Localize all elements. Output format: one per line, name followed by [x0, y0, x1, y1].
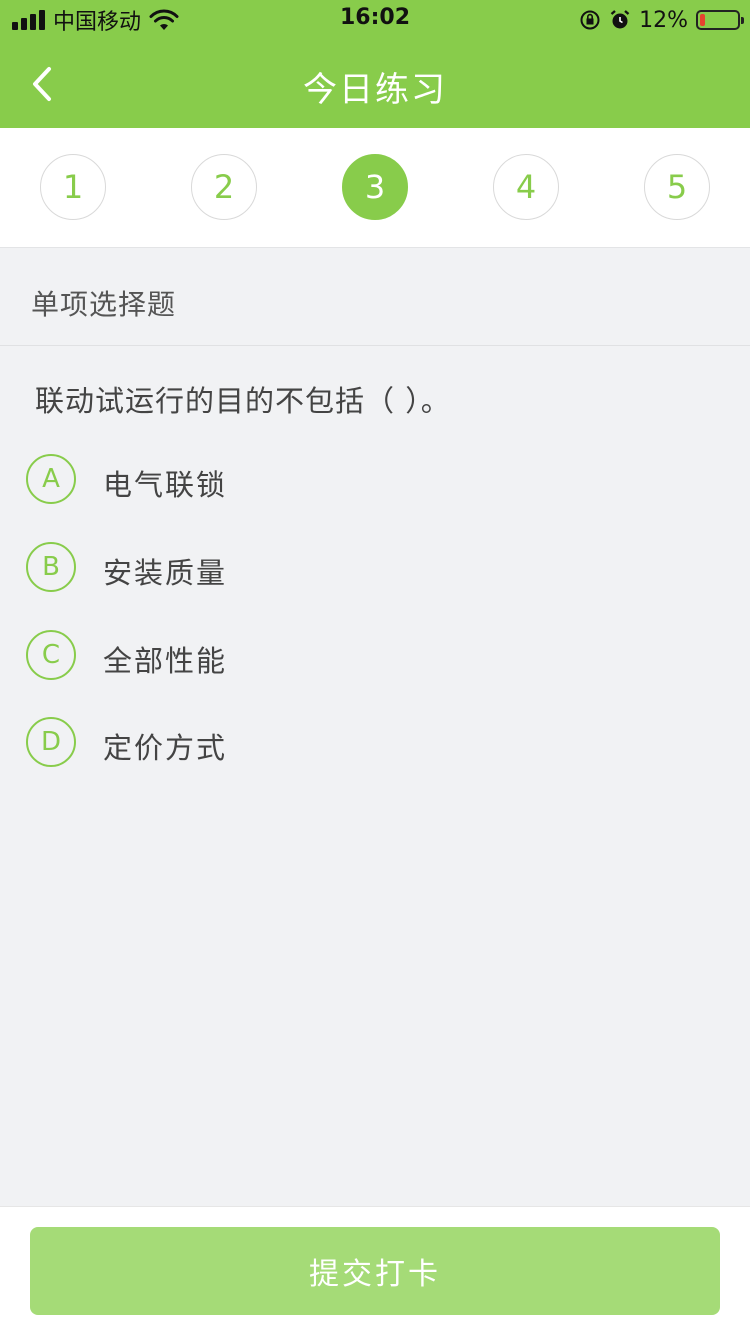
- question-type-header: 单项选择题: [0, 248, 750, 346]
- option-d[interactable]: D 定价方式: [26, 717, 716, 767]
- battery-level: [700, 14, 705, 26]
- bottom-bar: 提交打卡: [0, 1206, 750, 1334]
- page-title: 今日练习: [303, 70, 447, 110]
- status-bar: 中国移动 16:02 12%: [0, 0, 750, 40]
- top-bar: 中国移动 16:02 12% 今日练习: [0, 0, 750, 128]
- question-tab-3[interactable]: 3: [342, 154, 408, 220]
- option-letter: D: [26, 717, 76, 767]
- orientation-lock-icon: [580, 10, 600, 30]
- question-number-tabs: 1 2 3 4 5: [0, 128, 750, 248]
- question-tab-2[interactable]: 2: [191, 154, 257, 220]
- battery-icon: [696, 10, 744, 30]
- screen: 中国移动 16:02 12% 今日练习 1 2 3 4 5 单项选择题 联动试运…: [0, 0, 750, 1334]
- option-text: 安装质量: [103, 556, 228, 590]
- submit-checkin-button[interactable]: 提交打卡: [30, 1227, 720, 1315]
- option-text: 定价方式: [103, 731, 228, 765]
- option-a[interactable]: A 电气联锁: [26, 454, 716, 504]
- status-right: 12%: [579, 6, 744, 34]
- option-text: 电气联锁: [103, 468, 228, 502]
- option-letter: B: [26, 542, 76, 592]
- navigation-bar: 今日练习: [0, 40, 750, 128]
- option-letter: A: [26, 454, 76, 504]
- option-letter: C: [26, 630, 76, 680]
- battery-percentage: 12%: [639, 7, 688, 33]
- question-tab-4[interactable]: 4: [493, 154, 559, 220]
- option-text: 全部性能: [103, 644, 228, 678]
- question-tab-5[interactable]: 5: [644, 154, 710, 220]
- question-tab-1[interactable]: 1: [40, 154, 106, 220]
- alarm-icon: [610, 10, 630, 29]
- option-c[interactable]: C 全部性能: [26, 630, 716, 680]
- question-type-label: 单项选择题: [31, 288, 177, 321]
- question-text: 联动试运行的目的不包括（ ）。: [35, 384, 451, 418]
- option-b[interactable]: B 安装质量: [26, 542, 716, 592]
